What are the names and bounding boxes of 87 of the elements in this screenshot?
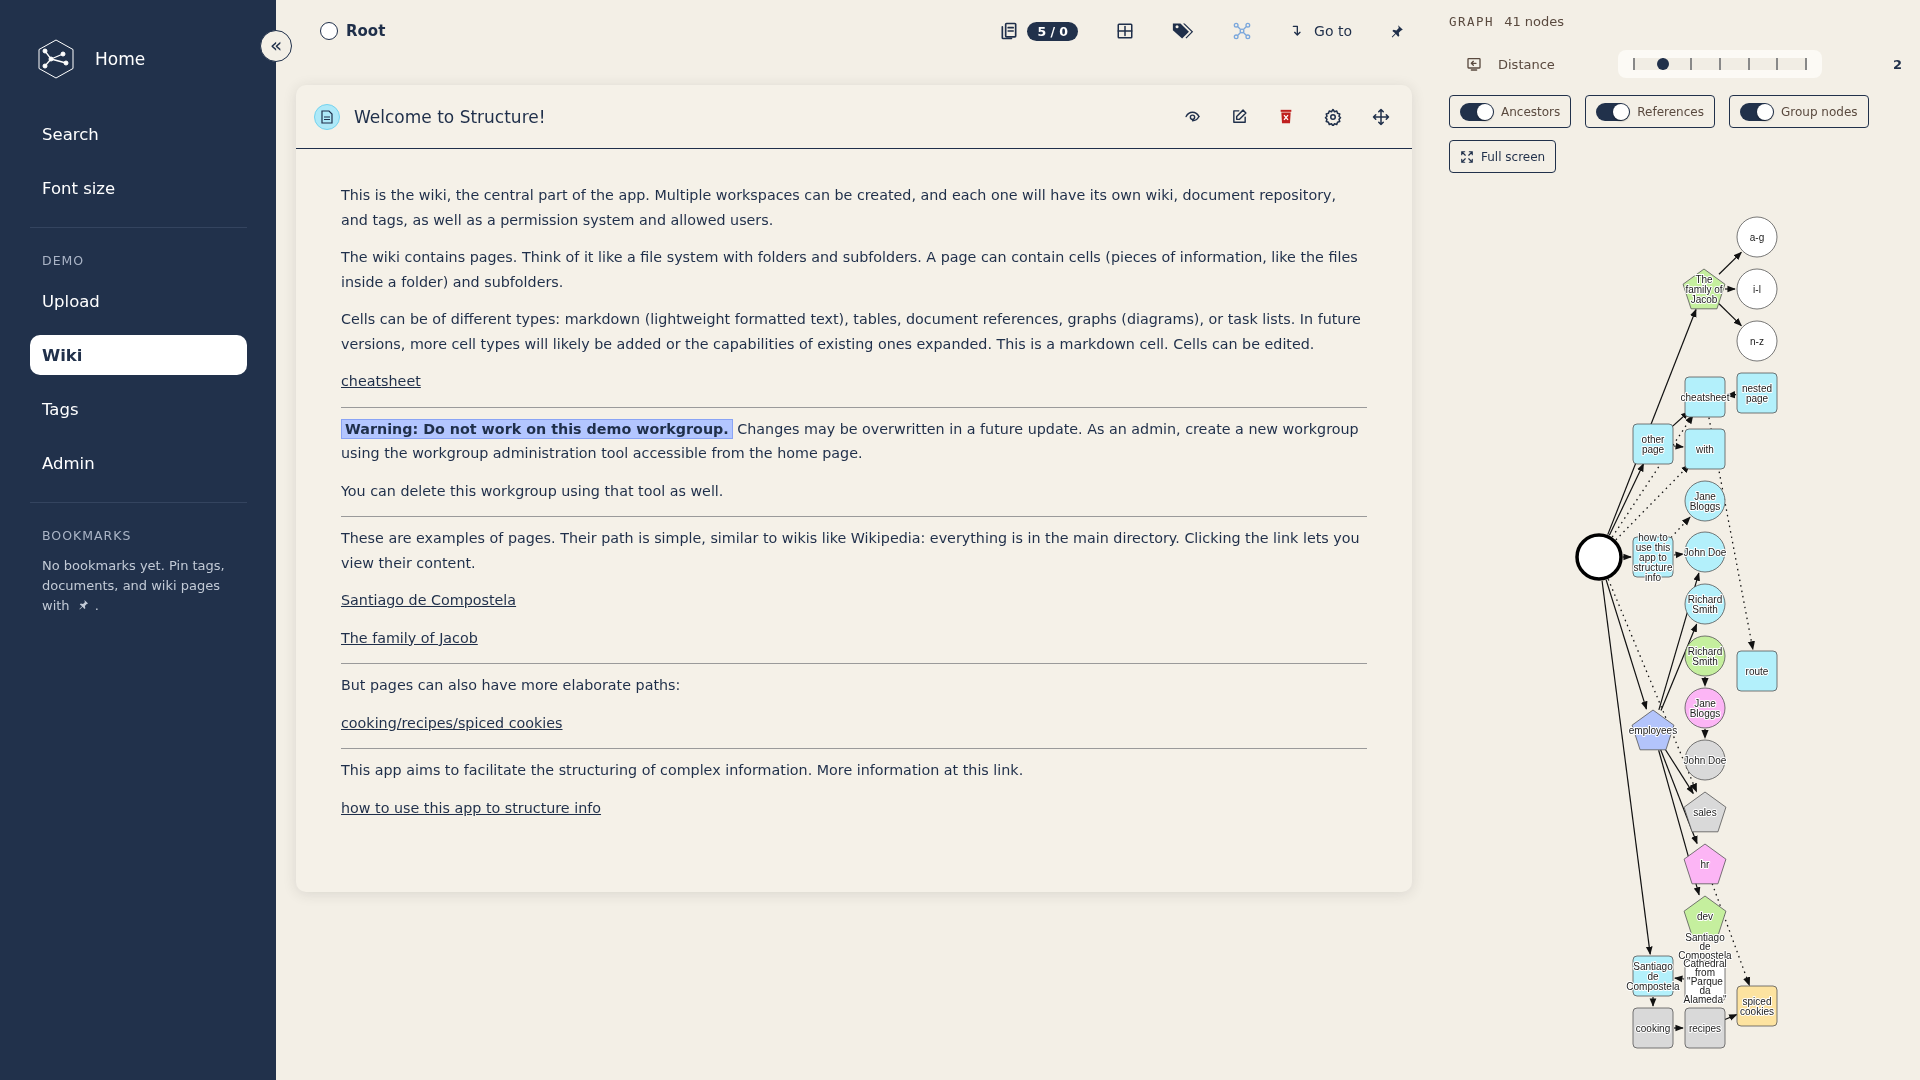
graph-node[interactable]: i-l [1736,268,1778,310]
nav-item[interactable]: Tags [30,389,247,429]
nav-item[interactable]: Font size [30,168,247,208]
graph-node[interactable]: Jane Bloggs [1684,687,1726,729]
graph-node[interactable] [1575,533,1623,581]
paragraph: But pages can also have more elaborate paths: [341,676,682,695]
node-count: 41 nodes [1504,14,1565,29]
graph-node[interactable]: John Doe [1683,739,1727,781]
graph-node[interactable]: a-g [1736,216,1778,258]
graph-node[interactable]: John Doe [1683,531,1727,573]
home-link[interactable]: Home [95,49,146,69]
paragraph: These are examples of pages. Their path is simple, similar to wikis like Wikipedia: everything is in the main directory. Clicking the link lets you view their content. [341,529,1361,573]
graph-node[interactable]: recipes [1684,1007,1726,1049]
graph-edge [1673,551,1684,559]
page-link[interactable]: The family of Jacob [341,625,478,650]
nav-item[interactable]: Wiki [30,335,247,375]
layout-icon [1116,22,1135,40]
toggle-button[interactable]: Group nodes [1728,95,1869,128]
nav-item[interactable]: Search [30,114,247,154]
documents-icon [999,21,1020,41]
graph-edge [1724,285,1736,293]
graph-edge [1622,553,1632,561]
graph-node[interactable]: with [1684,428,1726,470]
toggle-button[interactable]: Ancestors [1449,95,1572,128]
toggle-button[interactable]: References [1585,95,1715,128]
move-icon [1372,107,1390,126]
graph-node[interactable]: sales [1683,791,1727,833]
graph-node[interactable]: n-z [1736,320,1778,362]
paragraph: Cells can be of different types: markdown (lightweight formatted text), tables, document references, graphs (diagrams), or task lists. In future versions, more cell types will likely be added or the capabilities of existing ones expanded. This is a markdown cell. Cells can be edited. [341,310,1362,354]
graph-edge [1718,251,1742,275]
edit-icon [1231,108,1248,125]
page-link[interactable]: how to use this app to structure info [341,795,602,820]
expand-icon [1460,149,1474,164]
graph-node[interactable]: other page [1632,423,1674,465]
switch[interactable] [1460,102,1494,121]
fullscreen-button[interactable]: Full screen [1449,140,1557,173]
graph-node[interactable]: nested page [1736,372,1778,414]
distance-label: Distance [1498,56,1556,72]
nav-item[interactable]: Admin [30,443,247,483]
graph-node[interactable]: hr [1683,843,1727,885]
section-heading: DEMO [41,253,86,268]
distance-value: 2 [1892,56,1902,72]
paragraph: The wiki contains pages. Think of it like a file system with folders and subfolders. A page can contain cells (pieces of information, like the files inside a folder) and subfolders. [341,248,1359,292]
nav-item[interactable]: Upload [30,281,247,321]
page-link[interactable]: cooking/recipes/spiced cookies [341,710,563,735]
tags-icon [1172,21,1195,41]
switch[interactable] [1739,102,1774,121]
circle-icon [320,22,338,40]
document-icon [314,103,340,130]
settings-icon [1324,107,1342,126]
graph-node[interactable]: Richard Smith [1684,583,1726,625]
paragraph: This is the wiki, the central part of the app. Multiple workspaces can be created, and each one will have its own wiki, document repository, and tags, as well as a permission system and allowed users. [341,186,1337,230]
breadcrumb[interactable]: Root [346,22,386,40]
graph-edge [1718,303,1742,327]
logo-icon [35,38,77,80]
graph-icon [1232,21,1253,41]
page-link[interactable]: Santiago de Compostela [341,588,517,613]
paragraph: This app aims to facilitate the structuring of complex information. More information at this link. [341,761,1025,780]
bookmarks-hint-end: . [94,598,99,613]
goto-button[interactable]: Go to [1288,21,1354,41]
documents-button[interactable]: 5 / 0 [997,19,1081,43]
graph-node[interactable]: cooking [1632,1007,1674,1049]
graph-node[interactable]: route [1736,650,1778,692]
graph-edge [1701,728,1709,739]
graph-edge [1674,975,1685,983]
bookmarks-hint-word: with [42,598,70,613]
page-link[interactable]: cheatsheet [341,369,421,394]
slider-thumb[interactable] [1656,58,1669,70]
graph-node[interactable]: Richard Smith [1684,635,1726,677]
pin-icon [1390,24,1404,38]
pin-icon [77,599,89,610]
graph-node[interactable]: spiced cookies [1736,985,1778,1027]
count-badge: 5 / 0 [1027,21,1079,41]
document-title: Welcome to Structure! [354,106,547,127]
graph-edge [1673,1024,1684,1032]
paragraph: You can delete this workgroup using that tool as well. [341,481,725,501]
trash-icon [1278,108,1294,125]
switch[interactable] [1596,102,1631,121]
warning-paragraph: Warning: Do not work on this demo workgroup. Changes may be overwritten in a future update. As an admin, create a new workgroup using the workgroup administration tool accessible from the home page. [341,417,1360,463]
panel-title: GRAPH [1449,14,1495,29]
graph-node[interactable]: employees [1628,709,1678,751]
graph-node[interactable]: The family of Jacob [1682,268,1726,310]
distance-slider[interactable] [1618,50,1822,78]
graph-edge [1649,996,1657,1007]
graph-edge [1723,1013,1738,1021]
graph-node[interactable]: Jane Bloggs [1684,480,1726,522]
section-heading: BOOKMARKS [41,528,133,543]
